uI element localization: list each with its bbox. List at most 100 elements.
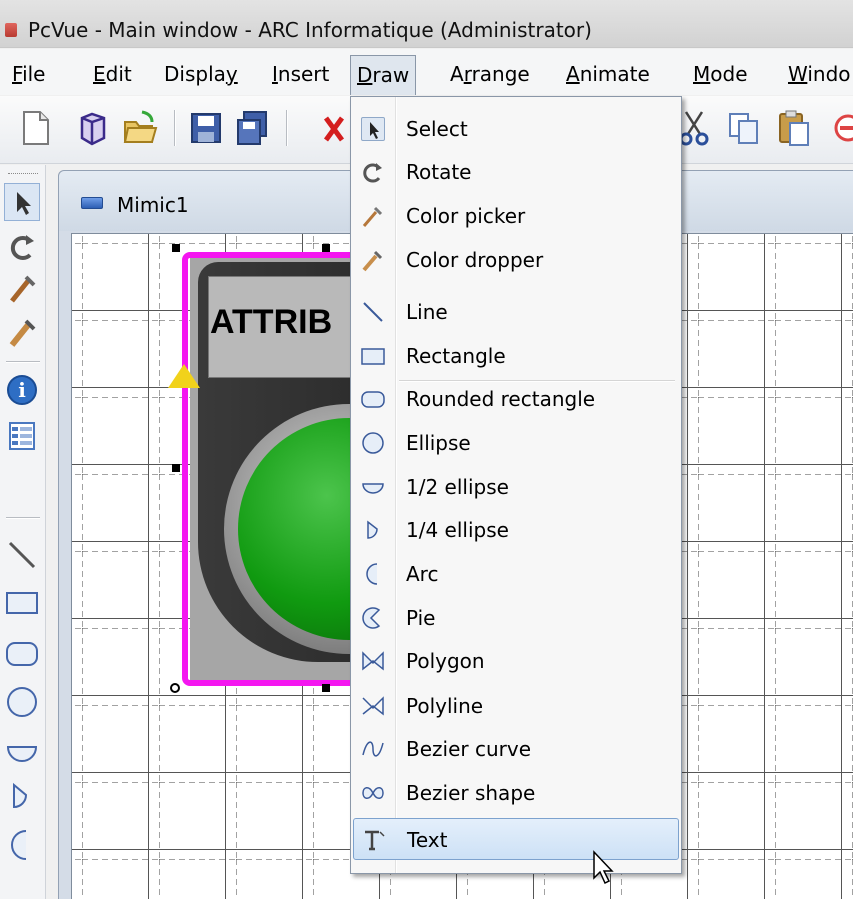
menu-item-label: Rotate [406, 160, 472, 184]
resize-handle[interactable] [172, 244, 180, 252]
toolbar-separator [6, 361, 40, 363]
info-icon[interactable]: i [4, 371, 40, 409]
menu-edit[interactable]: Edit [93, 62, 132, 86]
menu-item-label: Polygon [406, 649, 485, 673]
menu-mode-label-post: ode [710, 62, 748, 86]
menu-edit-key: E [93, 62, 106, 86]
rounded-rectangle-tool-icon[interactable] [4, 635, 40, 673]
line-tool-icon[interactable] [4, 535, 40, 573]
menu-item-quarter-ellipse[interactable]: 1/4 ellipse [353, 509, 679, 551]
menu-item-polygon[interactable]: Polygon [353, 640, 679, 682]
copy-icon[interactable] [726, 108, 762, 148]
resize-handle[interactable] [322, 684, 330, 692]
window-title: PcVue - Main window - ARC Informatique (… [28, 18, 592, 42]
menu-item-color-picker[interactable]: Color picker [353, 195, 679, 237]
menu-item-label: Polyline [406, 694, 484, 718]
open-folder-icon[interactable] [122, 108, 158, 148]
text-icon [362, 828, 386, 852]
menu-item-label: Line [406, 300, 448, 324]
rectangle-tool-icon[interactable] [4, 583, 40, 621]
rotate-icon [361, 160, 385, 184]
polyline-icon [361, 694, 385, 718]
menu-draw-label-post: raw [372, 63, 410, 87]
menu-edit-label-post: dit [105, 62, 132, 86]
color-dropper-tool-icon[interactable] [4, 313, 40, 351]
properties-list-icon[interactable] [4, 417, 40, 455]
bezier-curve-icon [361, 737, 385, 761]
menu-item-label: 1/2 ellipse [406, 475, 509, 499]
menu-mode[interactable]: Mode [693, 62, 748, 86]
delete-icon[interactable] [312, 108, 348, 148]
arc-icon [361, 562, 385, 586]
menu-arrange-key: r [463, 62, 472, 86]
rounded-rectangle-icon [361, 387, 385, 411]
menu-item-rotate[interactable]: Rotate [353, 151, 679, 193]
menu-arrange[interactable]: Arrange [450, 62, 530, 86]
mimic-icon [81, 197, 103, 209]
menu-item-line[interactable]: Line [353, 291, 679, 333]
menu-item-polyline[interactable]: Polyline [353, 685, 679, 727]
toolbar-overflow-icon[interactable] [830, 108, 853, 148]
menu-draw[interactable]: Draw [350, 55, 417, 95]
resize-handle[interactable] [172, 464, 180, 472]
mouse-cursor-icon [592, 850, 616, 886]
menu-item-rectangle[interactable]: Rectangle [353, 335, 679, 377]
select-tool-icon[interactable] [4, 183, 40, 221]
menu-item-select[interactable]: Select [353, 108, 679, 150]
save-icon[interactable] [188, 108, 224, 148]
menu-item-arc[interactable]: Arc [353, 553, 679, 595]
rotation-handle[interactable] [170, 683, 180, 693]
half-ellipse-icon [361, 475, 385, 499]
menu-item-ellipse[interactable]: Ellipse [353, 422, 679, 464]
app-icon [5, 23, 17, 37]
menu-animate-key: A [566, 62, 580, 86]
menu-item-label: Ellipse [406, 431, 471, 455]
rotate-tool-icon[interactable] [4, 227, 40, 265]
menu-file[interactable]: File [12, 62, 45, 86]
menu-item-label: Text [407, 828, 448, 852]
color-picker-icon [361, 204, 385, 228]
open-project-icon[interactable] [74, 108, 110, 148]
drawing-toolbar: i [0, 165, 46, 899]
new-document-icon[interactable] [18, 108, 54, 148]
arc-tool-icon[interactable] [4, 825, 40, 863]
menu-file-label-post: ile [22, 62, 46, 86]
menu-item-pie[interactable]: Pie [353, 597, 679, 639]
menu-item-half-ellipse[interactable]: 1/2 ellipse [353, 466, 679, 508]
menu-window[interactable]: Windo [788, 62, 851, 86]
toolbar-separator [6, 517, 40, 519]
menu-item-text[interactable]: Text [353, 818, 679, 860]
menu-window-label-post: indo [807, 62, 851, 86]
menu-display-label-pre: Displa [164, 62, 226, 86]
color-dropper-icon [361, 248, 385, 272]
draw-menu: Select Rotate Color picker Color dropper… [350, 96, 682, 874]
paste-icon[interactable] [776, 108, 812, 148]
menu-item-bezier-curve[interactable]: Bezier curve [353, 728, 679, 770]
save-all-icon[interactable] [234, 108, 270, 148]
menu-animate-label-post: nimate [579, 62, 650, 86]
half-ellipse-tool-icon[interactable] [4, 733, 40, 771]
menu-item-bezier-shape[interactable]: Bezier shape [353, 772, 679, 814]
polygon-icon [361, 649, 385, 673]
menu-window-key: W [788, 62, 808, 86]
line-icon [361, 300, 385, 324]
menu-bar: File Edit Display Insert Draw Arrange An… [0, 49, 853, 95]
ellipse-tool-icon[interactable] [4, 683, 40, 721]
menu-item-rounded-rectangle[interactable]: Rounded rectangle [353, 378, 679, 420]
menu-item-color-dropper[interactable]: Color dropper [353, 239, 679, 281]
bezier-shape-icon [361, 781, 385, 805]
menu-arrange-label-post: range [471, 62, 530, 86]
toolbar-grip[interactable] [8, 173, 38, 176]
menu-item-label: Rounded rectangle [406, 387, 596, 411]
title-bar: PcVue - Main window - ARC Informatique (… [0, 0, 853, 48]
menu-insert[interactable]: Insert [272, 62, 329, 86]
resize-handle[interactable] [322, 244, 330, 252]
mimic-title: Mimic1 [117, 193, 189, 217]
menu-display-key: y [225, 62, 238, 86]
quarter-ellipse-tool-icon[interactable] [4, 777, 40, 815]
menu-animate[interactable]: Animate [566, 62, 650, 86]
menu-display[interactable]: Display [164, 62, 238, 86]
color-picker-tool-icon[interactable] [4, 269, 40, 307]
quarter-ellipse-icon [361, 518, 385, 542]
warning-icon [168, 364, 200, 388]
